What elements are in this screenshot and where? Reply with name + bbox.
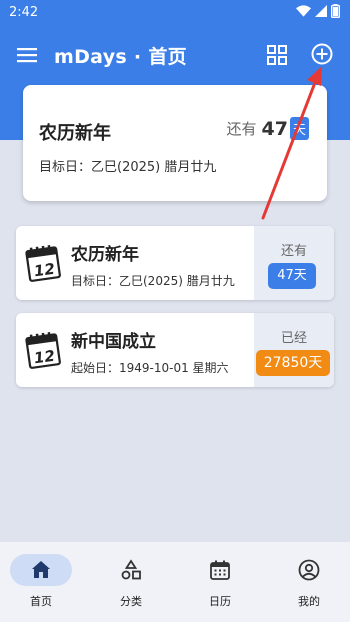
event-card[interactable]: 12 农历新年 目标日：乙巳(2025) 腊月廿九 还有 47天 — [16, 226, 334, 300]
featured-countdown-card[interactable]: 农历新年 还有 47 天 目标日：乙巳(2025) 腊月廿九 — [23, 85, 327, 201]
calendar-icon — [210, 560, 230, 580]
grid-view-button[interactable] — [262, 40, 292, 70]
event-title: 新中国成立 — [71, 332, 156, 352]
event-card[interactable]: 12 新中国成立 起始日：1949-10-01 星期六 已经 27850天 — [16, 313, 334, 387]
app-bar: mDays · 首页 — [0, 30, 350, 80]
featured-days-count: 47 — [261, 117, 288, 140]
event-countdown-panel: 还有 47天 — [254, 226, 334, 300]
nav-label-category: 分类 — [120, 595, 142, 608]
bottom-navigation: 首页 分类 日历 我的 — [0, 542, 350, 622]
battery-icon — [331, 4, 340, 18]
featured-countdown: 还有 47 天 — [227, 117, 309, 140]
event-date: 目标日：乙巳(2025) 腊月廿九 — [71, 274, 235, 288]
event-title: 农历新年 — [71, 245, 139, 265]
svg-text:12: 12 — [33, 347, 56, 368]
nav-label-profile: 我的 — [298, 595, 320, 608]
page-title: mDays · 首页 — [54, 46, 187, 68]
event-elapsed-label: 已经 — [280, 331, 307, 346]
nav-item-home[interactable]: 首页 — [0, 542, 88, 622]
nav-item-category[interactable]: 分类 — [87, 542, 175, 622]
menu-icon — [17, 48, 37, 63]
svg-text:12: 12 — [33, 260, 56, 281]
featured-days-unit: 天 — [289, 117, 309, 140]
days-badge: 27850天 — [256, 350, 330, 376]
event-date: 起始日：1949-10-01 星期六 — [71, 361, 229, 375]
grid-icon — [267, 45, 287, 65]
nav-item-calendar[interactable]: 日历 — [175, 542, 263, 622]
calendar-date-icon: 12 — [25, 244, 61, 282]
event-countdown-label: 还有 — [280, 244, 307, 259]
menu-button[interactable] — [12, 40, 42, 70]
wifi-icon — [296, 5, 311, 17]
profile-icon — [298, 559, 320, 581]
add-event-button[interactable] — [306, 38, 338, 70]
status-time: 2:42 — [9, 5, 39, 20]
calendar-date-icon: 12 — [25, 331, 61, 369]
nav-label-calendar: 日历 — [209, 595, 231, 608]
featured-event-date: 目标日：乙巳(2025) 腊月廿九 — [39, 160, 217, 175]
featured-event-title: 农历新年 — [39, 123, 111, 144]
event-countdown-panel: 已经 27850天 — [254, 313, 334, 387]
status-icons — [296, 4, 340, 18]
status-bar: 2:42 — [0, 0, 350, 26]
signal-icon — [315, 5, 327, 17]
home-icon — [32, 561, 50, 578]
category-icon — [121, 559, 141, 580]
featured-countdown-label: 还有 — [226, 120, 257, 138]
days-badge: 47天 — [268, 263, 316, 289]
nav-item-profile[interactable]: 我的 — [265, 542, 350, 622]
add-circle-icon — [311, 43, 333, 65]
nav-label-home: 首页 — [30, 595, 52, 608]
